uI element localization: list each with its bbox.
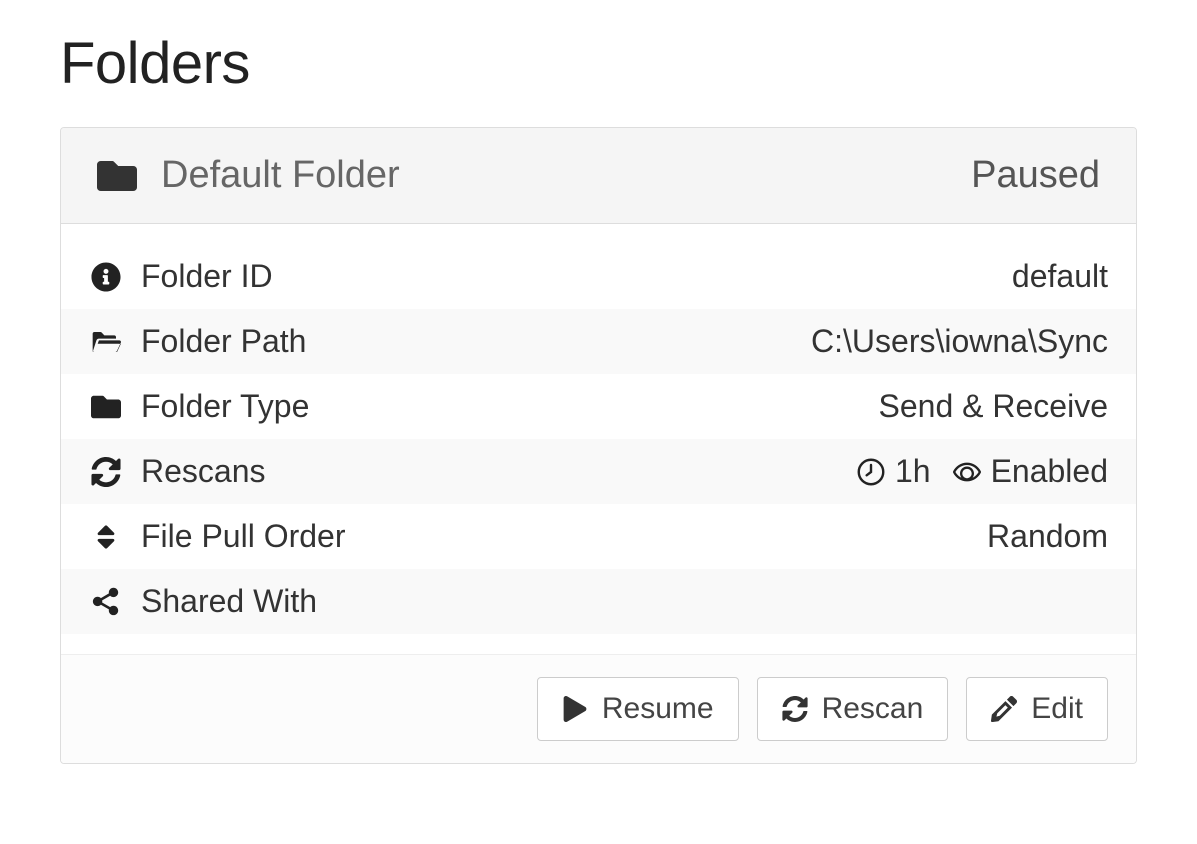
- folder-name: Default Folder: [161, 154, 400, 197]
- folder-closed-icon: [89, 392, 123, 422]
- value-folder-id: default: [1012, 258, 1108, 295]
- row-shared-with: Shared With: [61, 569, 1136, 634]
- folder-status: Paused: [971, 154, 1100, 197]
- folder-header[interactable]: Default Folder Paused: [61, 128, 1136, 224]
- folder-icon: [97, 156, 137, 196]
- folder-footer: Resume Rescan Edit: [61, 654, 1136, 763]
- label-folder-id: Folder ID: [141, 258, 273, 295]
- label-folder-path: Folder Path: [141, 323, 306, 360]
- rescan-button[interactable]: Rescan: [757, 677, 949, 741]
- info-icon: [89, 262, 123, 292]
- value-file-pull-order: Random: [987, 518, 1108, 555]
- label-file-pull-order: File Pull Order: [141, 518, 346, 555]
- value-folder-type: Send & Receive: [879, 388, 1108, 425]
- row-rescans: Rescans 1h Enabled: [61, 439, 1136, 504]
- sort-icon: [89, 522, 123, 552]
- refresh-icon: [89, 457, 123, 487]
- value-folder-path: C:\Users\iowna\Sync: [811, 323, 1108, 360]
- folder-panel: Default Folder Paused Folder ID default …: [60, 127, 1137, 764]
- rescan-interval: 1h: [857, 453, 931, 490]
- folder-details: Folder ID default Folder Path C:\Users\i…: [61, 224, 1136, 634]
- rescan-watcher: Enabled: [953, 453, 1108, 490]
- folder-open-icon: [89, 327, 123, 357]
- row-file-pull-order: File Pull Order Random: [61, 504, 1136, 569]
- edit-button[interactable]: Edit: [966, 677, 1108, 741]
- label-rescans: Rescans: [141, 453, 266, 490]
- label-shared-with: Shared With: [141, 583, 317, 620]
- refresh-icon: [782, 696, 808, 722]
- page-title: Folders: [60, 30, 1137, 97]
- share-icon: [89, 587, 123, 617]
- play-icon: [562, 696, 588, 722]
- resume-button[interactable]: Resume: [537, 677, 739, 741]
- row-folder-id: Folder ID default: [61, 244, 1136, 309]
- label-folder-type: Folder Type: [141, 388, 309, 425]
- pencil-icon: [991, 696, 1017, 722]
- row-folder-type: Folder Type Send & Receive: [61, 374, 1136, 439]
- row-folder-path: Folder Path C:\Users\iowna\Sync: [61, 309, 1136, 374]
